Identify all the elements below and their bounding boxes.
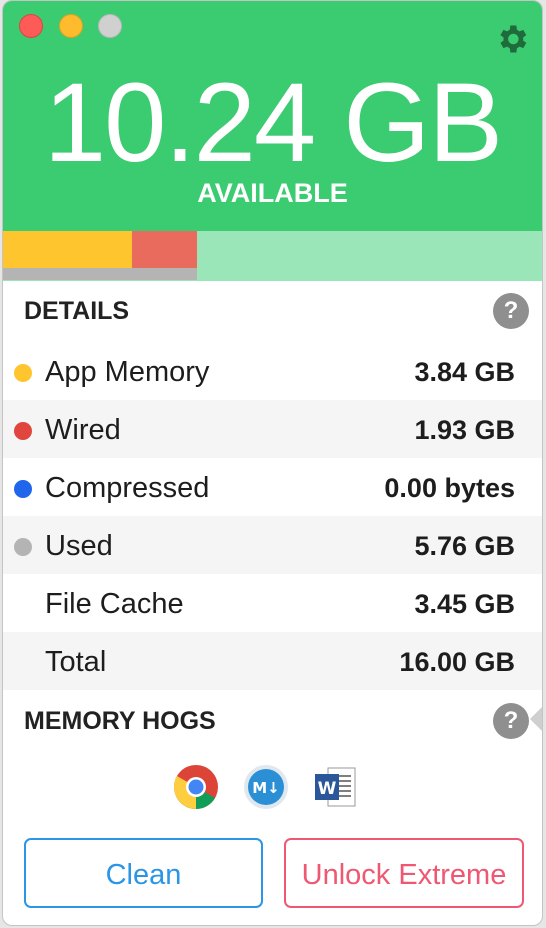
detail-value: 1.93 GB: [414, 415, 515, 445]
markdown-badge: M↓: [252, 779, 280, 797]
detail-value: 0.00 bytes: [384, 473, 515, 503]
word-badge: W: [318, 779, 337, 799]
gear-icon[interactable]: [494, 21, 530, 57]
wired-segment: [132, 231, 197, 268]
legend-dot: [14, 364, 32, 382]
details-list: App Memory 3.84 GB Wired 1.93 GB Compressed 0…: [3, 342, 542, 690]
detail-value: 5.76 GB: [414, 531, 515, 561]
close-window-button[interactable]: [19, 14, 43, 38]
microsoft-word-icon[interactable]: W: [312, 764, 358, 810]
memory-hogs-title: MEMORY HOGS: [24, 707, 216, 735]
memory-cleaner-window: 10.24 GB AVAILABLE DETAILS ? App Memory 3…: [2, 0, 543, 926]
used-segment: [3, 268, 197, 280]
detail-row: Compressed 0.00 bytes: [3, 458, 542, 516]
available-label: AVAILABLE: [197, 178, 348, 208]
detail-value: 3.45 GB: [414, 589, 515, 619]
detail-value: 3.84 GB: [414, 357, 515, 387]
available-memory-header: 10.24 GB AVAILABLE: [3, 1, 542, 231]
chrome-icon[interactable]: [173, 764, 219, 810]
markdown-editor-icon[interactable]: M↓: [243, 764, 289, 810]
detail-label: Wired: [45, 414, 121, 446]
detail-row: Total 16.00 GB: [3, 632, 542, 690]
unlock-extreme-button[interactable]: Unlock Extreme: [284, 838, 524, 908]
zoom-window-button[interactable]: [98, 14, 122, 38]
legend-dot: [14, 538, 32, 556]
clean-button[interactable]: Clean: [24, 838, 263, 908]
detail-row: App Memory 3.84 GB: [3, 342, 542, 400]
details-help-button[interactable]: ?: [493, 293, 529, 329]
memory-hogs-apps: M↓ W: [3, 764, 542, 812]
popover-arrow: [530, 707, 542, 731]
legend-dot: [14, 422, 32, 440]
available-memory-value: 10.24 GB: [43, 60, 503, 185]
detail-label: File Cache: [45, 588, 184, 620]
detail-label: Used: [45, 530, 113, 562]
detail-label: App Memory: [45, 356, 210, 388]
memory-hogs-help-button[interactable]: ?: [493, 703, 529, 739]
app-memory-segment: [3, 231, 132, 268]
detail-label: Total: [45, 646, 107, 678]
details-title: DETAILS: [24, 297, 130, 325]
detail-value: 16.00 GB: [399, 647, 515, 677]
detail-row: Used 5.76 GB: [3, 516, 542, 574]
detail-row: File Cache 3.45 GB: [3, 574, 542, 632]
minimize-window-button[interactable]: [59, 14, 83, 38]
detail-row: Wired 1.93 GB: [3, 400, 542, 458]
legend-dot: [14, 480, 32, 498]
memory-usage-bar: [3, 231, 542, 281]
detail-label: Compressed: [45, 472, 210, 504]
